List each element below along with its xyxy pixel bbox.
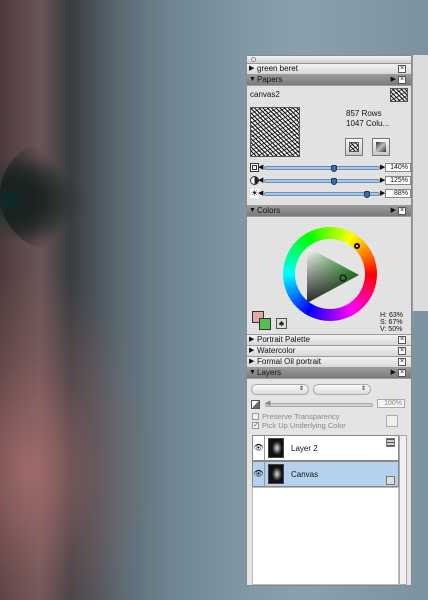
palette-panel: ▶ green beret × ▼ Papers ▶ × canvas2 857… bbox=[246, 55, 412, 586]
layer-stack-icon bbox=[386, 438, 395, 447]
clone-color-icon[interactable]: ♣ bbox=[276, 318, 287, 329]
panel-close-dot[interactable] bbox=[251, 57, 256, 62]
menu-arrow-icon[interactable]: ▶ bbox=[391, 368, 396, 378]
layer-name: Layer 2 bbox=[291, 444, 318, 453]
menu-arrow-icon[interactable]: ▶ bbox=[391, 206, 396, 216]
secondary-palette-edge bbox=[412, 55, 428, 311]
colors-header[interactable]: ▼ Colors ▶ × bbox=[247, 206, 411, 217]
formal-oil-portrait-label: Formal Oil portrait bbox=[257, 357, 322, 366]
papers-section: canvas2 857 Rows 1047 Colu... ◀ ▶ 140% ◀… bbox=[247, 86, 411, 206]
paper-selector-thumb[interactable] bbox=[390, 88, 408, 102]
layers-scrollbar[interactable] bbox=[399, 435, 407, 585]
composite-depth-select[interactable]: ⇕ bbox=[313, 384, 371, 395]
layer-name: Canvas bbox=[291, 470, 319, 479]
paper-texture-preview bbox=[250, 107, 300, 157]
paper-scale-slider[interactable]: ◀ ▶ 140% bbox=[250, 163, 411, 173]
papers-header[interactable]: ▼ Papers ▶ × bbox=[247, 75, 411, 86]
invert-paper-button[interactable] bbox=[345, 138, 363, 156]
scale-knob[interactable] bbox=[331, 165, 337, 172]
close-icon[interactable]: × bbox=[398, 65, 406, 73]
layers-header[interactable]: ▼ Layers ▶ × bbox=[247, 368, 411, 379]
layers-section: ⇕ ⇕ ◀ 100% Preserve Transparency ✓ Pick … bbox=[247, 379, 411, 585]
secondary-color-swatch[interactable] bbox=[259, 318, 271, 330]
watercolor-header[interactable]: ▶ Watercolor × bbox=[247, 346, 411, 357]
colors-title: Colors bbox=[257, 206, 281, 215]
watercolor-label: Watercolor bbox=[257, 346, 296, 355]
opacity-icon bbox=[251, 400, 260, 409]
expand-triangle-icon[interactable]: ▼ bbox=[249, 368, 256, 378]
directional-grain-button[interactable] bbox=[372, 138, 390, 156]
hue-readout: H: 63% bbox=[380, 312, 403, 319]
expand-triangle-icon[interactable]: ▼ bbox=[249, 206, 256, 216]
close-icon[interactable]: × bbox=[398, 358, 406, 366]
pick-up-underlying-color-checkbox[interactable]: ✓ bbox=[252, 422, 259, 429]
colors-section: ♣ H: 63% S: 67% V: 50% bbox=[247, 217, 411, 335]
brightness-value[interactable]: 88% bbox=[385, 189, 411, 198]
panel-grab-bar[interactable] bbox=[247, 56, 411, 64]
formal-oil-portrait-header[interactable]: ▶ Formal Oil portrait × bbox=[247, 357, 411, 368]
saturation-readout: S: 67% bbox=[380, 319, 403, 326]
close-icon[interactable]: × bbox=[398, 76, 406, 84]
green-beret-label: green beret bbox=[257, 64, 298, 73]
paper-columns: 1047 Colu... bbox=[346, 119, 390, 128]
layers-title: Layers bbox=[257, 368, 282, 377]
contrast-value[interactable]: 125% bbox=[385, 176, 411, 185]
collapse-triangle-icon: ▶ bbox=[249, 336, 255, 343]
menu-arrow-icon[interactable]: ▶ bbox=[391, 75, 396, 85]
value-readout: V: 50% bbox=[380, 326, 403, 333]
paper-brightness-slider[interactable]: ☀ ◀ ▶ 88% bbox=[250, 189, 411, 199]
saturation-value-triangle[interactable] bbox=[303, 245, 363, 305]
collapse-triangle-icon: ▶ bbox=[249, 347, 255, 354]
collapse-triangle-icon: ▶ bbox=[249, 358, 255, 365]
opacity-value[interactable]: 100% bbox=[377, 399, 405, 408]
close-icon[interactable]: × bbox=[398, 207, 406, 215]
close-icon[interactable]: × bbox=[398, 347, 406, 355]
close-icon[interactable]: × bbox=[398, 336, 406, 344]
papers-title: Papers bbox=[257, 75, 283, 84]
composite-method-select[interactable]: ⇕ bbox=[251, 384, 309, 395]
layer-thumbnail bbox=[268, 438, 284, 458]
pick-up-underlying-color-label: Pick Up Underlying Color bbox=[262, 421, 346, 430]
preserve-transparency-checkbox[interactable] bbox=[252, 413, 259, 420]
layer-thumbnail bbox=[268, 464, 284, 484]
close-icon[interactable]: × bbox=[398, 369, 406, 377]
eye-icon[interactable]: 👁 bbox=[253, 462, 265, 486]
scale-value[interactable]: 140% bbox=[385, 163, 411, 172]
lock-icon bbox=[386, 476, 395, 485]
collapse-triangle-icon[interactable]: ▶ bbox=[249, 64, 254, 74]
expand-triangle-icon[interactable]: ▼ bbox=[249, 75, 256, 85]
green-beret-header[interactable]: ▶ green beret × bbox=[247, 64, 411, 75]
portrait-eye bbox=[0, 140, 110, 250]
layers-empty-area bbox=[252, 487, 399, 585]
opacity-slider[interactable] bbox=[265, 403, 373, 407]
preserve-transparency-label: Preserve Transparency bbox=[262, 412, 340, 421]
eye-icon[interactable]: 👁 bbox=[253, 436, 265, 460]
layer-row[interactable]: 👁 Canvas bbox=[252, 461, 399, 487]
layer-row[interactable]: 👁 Layer 2 bbox=[252, 435, 399, 461]
contrast-knob[interactable] bbox=[331, 178, 337, 185]
portrait-palette-header[interactable]: ▶ Portrait Palette × bbox=[247, 335, 411, 346]
paper-contrast-slider[interactable]: ◀ ▶ 125% bbox=[250, 176, 411, 186]
paper-rows: 857 Rows bbox=[346, 109, 382, 118]
brightness-knob[interactable] bbox=[364, 191, 370, 198]
portrait-palette-label: Portrait Palette bbox=[257, 335, 310, 344]
lock-layer-icon[interactable] bbox=[386, 415, 398, 427]
paper-name: canvas2 bbox=[250, 90, 280, 99]
